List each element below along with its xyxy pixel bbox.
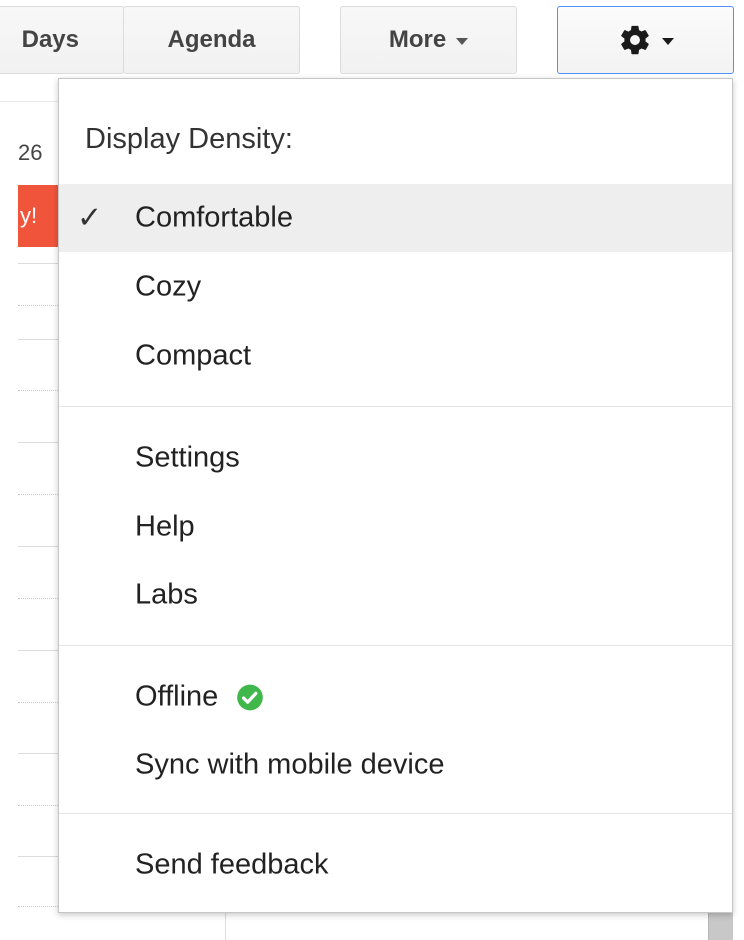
menu-item-compact[interactable]: Compact xyxy=(59,322,732,390)
days-view-button[interactable]: Days xyxy=(0,6,124,74)
settings-gear-button[interactable] xyxy=(557,6,734,74)
menu-item-label: Labs xyxy=(135,578,198,611)
grid-line xyxy=(18,650,58,651)
grid-line xyxy=(18,263,58,264)
days-view-label: Days xyxy=(21,26,79,53)
calendar-screen: 26 y! Days Agenda More Display Density: … xyxy=(0,0,744,940)
menu-item-cozy[interactable]: Cozy xyxy=(59,253,732,321)
grid-line xyxy=(18,339,58,340)
menu-item-settings[interactable]: Settings xyxy=(59,424,732,492)
grid-line xyxy=(18,753,58,754)
menu-item-send-feedback[interactable]: Send feedback xyxy=(59,831,732,899)
menu-item-labs[interactable]: Labs xyxy=(59,561,732,629)
more-label: More xyxy=(388,26,447,53)
calendar-date-number[interactable]: 26 xyxy=(18,140,42,166)
grid-line xyxy=(18,390,58,391)
grid-line xyxy=(18,494,58,495)
grid-line xyxy=(18,442,58,443)
menu-item-label: Send feedback xyxy=(135,848,329,881)
grid-line xyxy=(18,856,58,857)
menu-separator xyxy=(59,645,732,646)
menu-item-label-wrap: Offline xyxy=(135,681,264,714)
display-density-heading: Display Density: xyxy=(85,123,293,155)
grid-line xyxy=(18,702,58,703)
menu-item-label: Help xyxy=(135,510,195,543)
agenda-view-button[interactable]: Agenda xyxy=(123,6,300,74)
agenda-view-label: Agenda xyxy=(167,26,256,53)
gear-icon xyxy=(620,25,649,55)
calendar-column-divider xyxy=(225,912,226,940)
calendar-event-chip[interactable]: y! xyxy=(18,185,58,247)
menu-item-label: Sync with mobile device xyxy=(135,748,445,781)
chevron-down-icon xyxy=(661,37,674,45)
menu-item-label: Comfortable xyxy=(135,201,293,234)
menu-separator xyxy=(59,813,732,814)
grid-line xyxy=(18,906,58,907)
settings-dropdown-menu: Display Density: ✓ Comfortable Cozy Comp… xyxy=(58,78,733,913)
grid-line xyxy=(18,598,58,599)
menu-item-offline[interactable]: Offline xyxy=(59,663,732,731)
menu-item-label: Cozy xyxy=(135,270,202,303)
grid-line xyxy=(18,805,58,806)
chevron-down-icon xyxy=(456,37,469,45)
offline-ready-check-icon xyxy=(237,685,264,711)
calendar-top-rule xyxy=(0,101,58,102)
more-button[interactable]: More xyxy=(340,6,517,74)
menu-separator xyxy=(59,406,732,407)
menu-item-label: Offline xyxy=(135,680,219,713)
scrollbar-thumb[interactable] xyxy=(708,912,733,940)
menu-item-comfortable[interactable]: ✓ Comfortable xyxy=(59,184,732,252)
grid-line xyxy=(18,305,58,306)
menu-item-help[interactable]: Help xyxy=(59,493,732,561)
checkmark-icon: ✓ xyxy=(77,201,103,235)
grid-line xyxy=(18,546,58,547)
menu-item-label: Compact xyxy=(135,339,252,372)
menu-item-sync-mobile[interactable]: Sync with mobile device xyxy=(59,731,732,799)
menu-item-label: Settings xyxy=(135,441,240,474)
